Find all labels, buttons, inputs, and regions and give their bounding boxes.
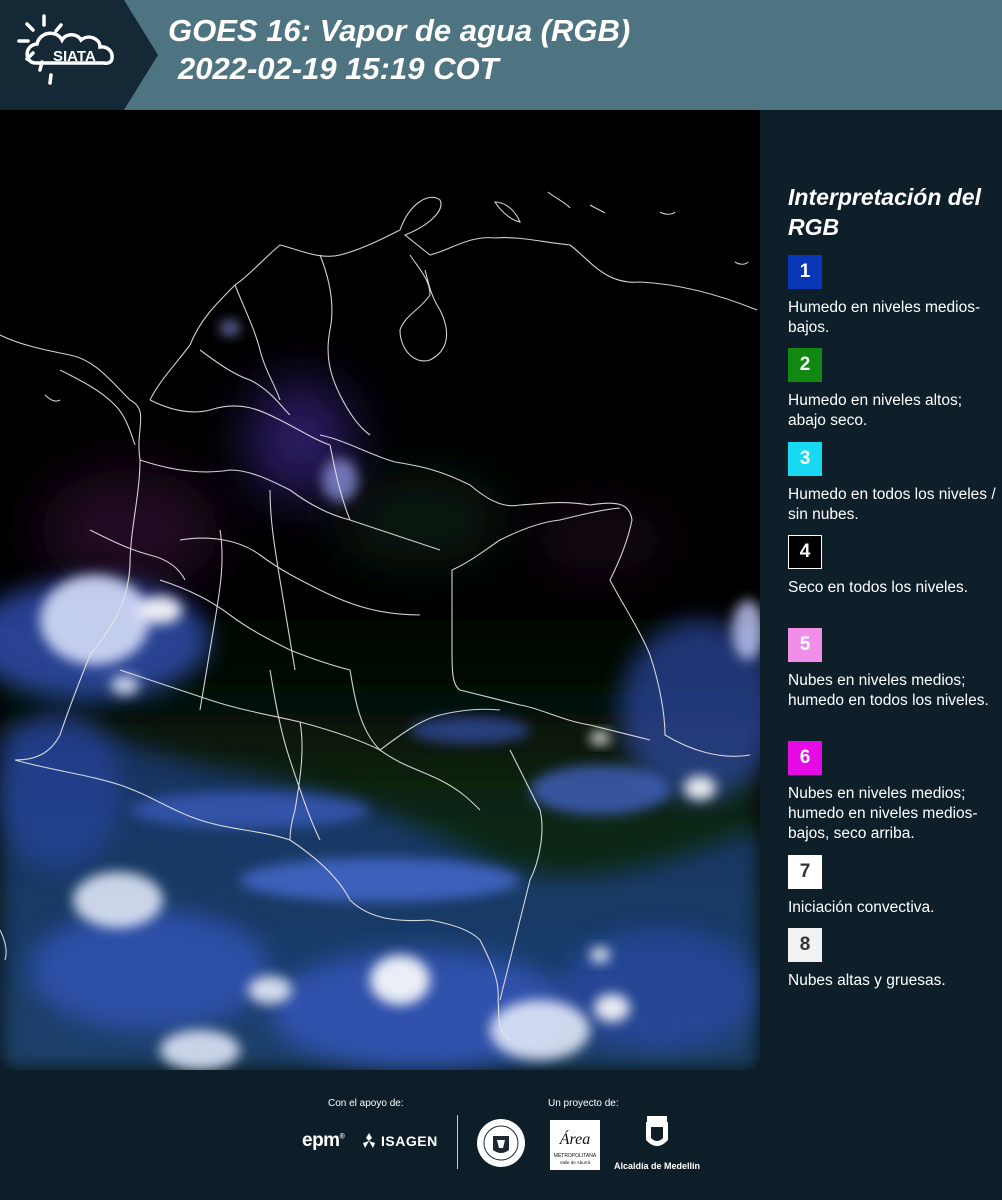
isagen-icon [363, 1133, 375, 1148]
legend-swatch: 5 [788, 628, 822, 662]
epm-logo: epm® [302, 1130, 345, 1151]
metro-logo-subtext2: Valle de Aburrá [560, 1160, 591, 1165]
legend-swatch: 4 [788, 535, 822, 569]
legend-item-5: 5 Nubes en niveles medios; humedo en todo… [788, 628, 998, 711]
antioquia-seal-icon [476, 1118, 526, 1173]
legend-description: Humedo en niveles altos; abajo seco. [788, 392, 963, 429]
legend-description: Iniciación convectiva. [788, 899, 935, 916]
metro-logo-text: Área [559, 1129, 591, 1148]
satellite-map [0, 110, 760, 1070]
legend-swatch: 7 [788, 855, 822, 889]
metro-logo-subtext: METROPOLITANA [554, 1153, 597, 1159]
header-bar: SIATA GOES 16: Vapor de agua (RGB) 2022-… [0, 0, 1002, 110]
legend-item-2: 2 Humedo en niveles altos; abajo seco. [788, 348, 998, 431]
alcaldia-shield-icon [646, 1116, 668, 1146]
legend-swatch: 2 [788, 348, 822, 382]
legend-description: Nubes en niveles medios; humedo en nivel… [788, 785, 978, 842]
alcaldia-text: Alcaldía de Medellín [613, 1161, 701, 1171]
legend-item-1: 1 Humedo en niveles medios-bajos. [788, 255, 998, 338]
project-label: Un proyecto de: [548, 1098, 619, 1109]
legend-item-6: 6 Nubes en niveles medios; humedo en nive… [788, 741, 998, 844]
legend-swatch: 3 [788, 442, 822, 476]
legend-swatch: 6 [788, 741, 822, 775]
footer: Con el apoyo de: epm® ISAGEN Un proyecto… [0, 1070, 1002, 1200]
title-line-1: GOES 16: Vapor de agua (RGB) [168, 13, 631, 48]
legend-title: Interpretación del RGB [788, 184, 981, 240]
legend-swatch: 8 [788, 928, 822, 962]
footer-divider [457, 1115, 458, 1169]
isagen-logo: ISAGEN [360, 1132, 438, 1150]
alcaldia-medellin-logo: Alcaldía de Medellín [612, 1116, 702, 1171]
legend-description: Nubes altas y gruesas. [788, 972, 946, 989]
area-metropolitana-logo: Área METROPOLITANA Valle de Aburrá [550, 1120, 600, 1175]
legend-description: Nubes en niveles medios; humedo en todos… [788, 672, 989, 709]
siata-logo-text: SIATA [53, 48, 96, 65]
legend-description: Humedo en todos los niveles / sin nubes. [788, 486, 996, 523]
legend-item-8: 8 Nubes altas y gruesas. [788, 928, 998, 991]
legend-item-4: 4 Seco en todos los niveles. [788, 535, 998, 598]
isagen-logo-text: ISAGEN [381, 1133, 438, 1149]
legend-item-7: 7 Iniciación convectiva. [788, 855, 998, 918]
page-title: GOES 16: Vapor de agua (RGB) 2022-02-19 … [168, 12, 630, 88]
siata-logo: SIATA [0, 0, 158, 110]
title-line-2: 2022-02-19 15:19 COT [178, 51, 499, 86]
legend-panel: Interpretación del RGB 1 Humedo en nivele… [760, 110, 1002, 1070]
epm-logo-text: epm [302, 1130, 340, 1151]
legend-description: Humedo en niveles medios-bajos. [788, 299, 981, 336]
legend-item-3: 3 Humedo en todos los niveles / sin nubes… [788, 442, 998, 525]
support-label: Con el apoyo de: [328, 1098, 404, 1109]
legend-swatch: 1 [788, 255, 822, 289]
legend-description: Seco en todos los niveles. [788, 579, 969, 596]
